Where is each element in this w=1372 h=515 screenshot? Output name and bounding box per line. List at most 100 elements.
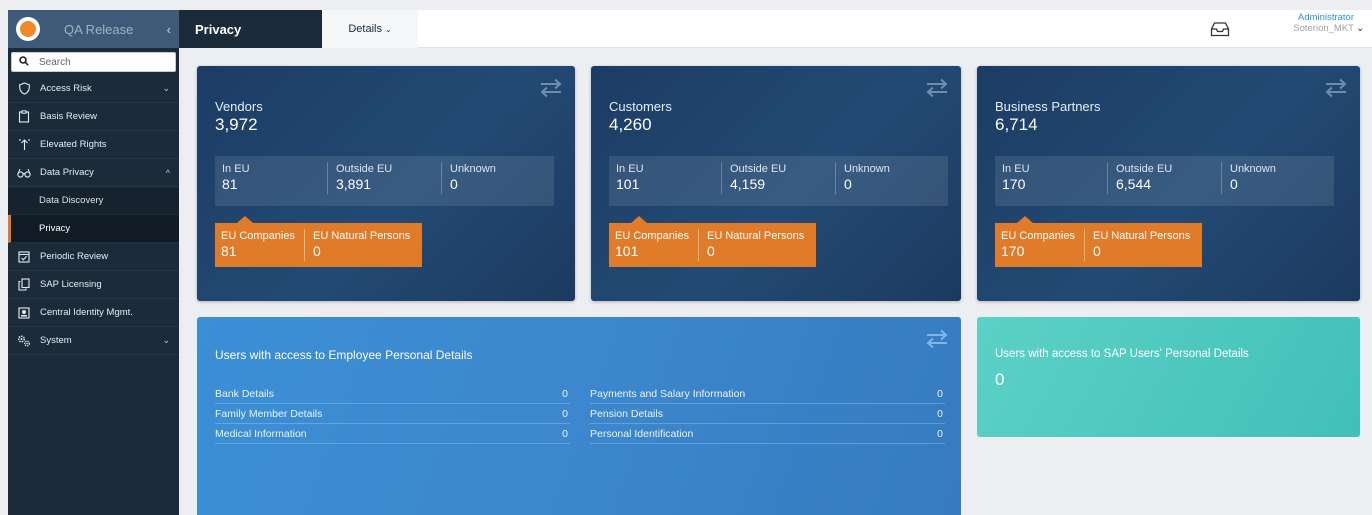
region-split: In EU 81 Outside EU 3,891 Unknown 0 xyxy=(215,156,554,206)
item-label: Payments and Salary Information xyxy=(590,387,746,400)
outside-eu-value: 4,159 xyxy=(730,176,766,192)
divider xyxy=(1084,229,1085,261)
list-item[interactable]: Medical Information 0 xyxy=(215,424,570,444)
outside-eu-value: 6,544 xyxy=(1116,176,1152,192)
employee-access-card: Users with access to Employee Personal D… xyxy=(197,317,961,515)
divider xyxy=(441,162,442,194)
eu-persons-value: 0 xyxy=(707,243,715,259)
divider xyxy=(327,162,328,194)
swap-arrows-icon[interactable] xyxy=(925,78,949,98)
chevron-down-icon: ⌄ xyxy=(384,24,392,34)
sap-users-card[interactable]: Users with access to SAP Users' Personal… xyxy=(977,317,1360,437)
card-total: 0 xyxy=(995,370,1005,389)
card-title: Users with access to Employee Personal D… xyxy=(215,348,473,362)
search-box[interactable] xyxy=(11,52,176,72)
eu-companies-value: 170 xyxy=(1001,243,1025,259)
outside-eu-label: Outside EU xyxy=(730,163,787,175)
eu-persons-label: EU Natural Persons xyxy=(313,230,411,242)
sidebar-item-periodic-review[interactable]: Periodic Review xyxy=(8,243,179,271)
list-item[interactable]: Pension Details 0 xyxy=(590,404,945,424)
sidebar-item-basis-review[interactable]: Basis Review xyxy=(8,103,179,131)
swap-arrows-icon[interactable] xyxy=(539,78,563,98)
sidebar-item-privacy[interactable]: Privacy xyxy=(8,215,179,243)
sidebar-item-label: SAP Licensing xyxy=(40,279,102,290)
item-count: 0 xyxy=(937,407,943,420)
app-logo-icon xyxy=(16,17,40,41)
sidebar-item-label: Elevated Rights xyxy=(40,139,107,150)
in-eu-label: In EU xyxy=(1002,163,1030,175)
item-label: Family Member Details xyxy=(215,407,323,420)
divider xyxy=(835,162,836,194)
card-title: Vendors xyxy=(215,99,263,114)
eu-companies-value: 81 xyxy=(221,243,237,259)
sidebar-collapse-button[interactable]: ‹ xyxy=(167,22,171,37)
unknown-label: Unknown xyxy=(1230,163,1276,175)
eu-persons-value: 0 xyxy=(313,243,321,259)
user-menu[interactable]: Administrator Soterion_MKT xyxy=(1264,12,1354,34)
sidebar-item-system[interactable]: System ⌄ xyxy=(8,327,179,355)
eu-companies-value: 101 xyxy=(615,243,639,259)
search-icon xyxy=(19,55,29,69)
customers-card: Customers 4,260 In EU 101 Outside EU 4,159… xyxy=(591,66,961,301)
id-card-icon xyxy=(17,306,31,320)
list-item[interactable]: Bank Details 0 xyxy=(215,384,570,404)
item-count: 0 xyxy=(937,427,943,440)
shield-icon xyxy=(17,82,31,96)
sidebar-item-central-identity[interactable]: Central Identity Mgmt. xyxy=(8,299,179,327)
in-eu-label: In EU xyxy=(222,163,250,175)
in-eu-label: In EU xyxy=(616,163,644,175)
outside-eu-label: Outside EU xyxy=(1116,163,1173,175)
sidebar-item-data-privacy[interactable]: Data Privacy ^ xyxy=(8,159,179,187)
eu-notch xyxy=(237,216,253,223)
divider xyxy=(304,229,305,261)
eu-companies-label: EU Companies xyxy=(221,230,295,242)
item-count: 0 xyxy=(562,387,568,400)
sidebar-item-label: Basis Review xyxy=(40,111,98,122)
region-split: In EU 101 Outside EU 4,159 Unknown 0 xyxy=(609,156,948,206)
eu-persons-label: EU Natural Persons xyxy=(707,230,805,242)
search-input[interactable] xyxy=(39,56,169,68)
chevron-down-icon[interactable]: ⌄ xyxy=(1356,23,1364,34)
in-eu-value: 81 xyxy=(222,176,238,192)
details-list-right: Payments and Salary Information 0 Pension… xyxy=(590,384,945,444)
eu-companies-label: EU Companies xyxy=(615,230,689,242)
outside-eu-label: Outside EU xyxy=(336,163,393,175)
region-split: In EU 170 Outside EU 6,544 Unknown 0 xyxy=(995,156,1334,206)
card-total: 6,714 xyxy=(995,115,1038,134)
sidebar-item-data-discovery[interactable]: Data Discovery xyxy=(8,187,179,215)
user-name: Administrator xyxy=(1298,12,1354,23)
sidebar-item-sap-licensing[interactable]: SAP Licensing xyxy=(8,271,179,299)
list-item[interactable]: Payments and Salary Information 0 xyxy=(590,384,945,404)
sidebar-item-label: Central Identity Mgmt. xyxy=(40,307,133,318)
unknown-value: 0 xyxy=(1230,176,1238,192)
sidebar: QA Release ‹ Access Risk ⌄ Basis Review … xyxy=(8,10,179,515)
inbox-icon[interactable] xyxy=(1210,21,1230,37)
divider xyxy=(1107,162,1108,194)
chevron-down-icon: ⌄ xyxy=(162,83,170,93)
eu-breakdown: EU Companies 81 EU Natural Persons 0 xyxy=(215,223,422,267)
item-label: Medical Information xyxy=(215,427,307,440)
sidebar-item-access-risk[interactable]: Access Risk ⌄ xyxy=(8,75,179,103)
tab-details-label: Details xyxy=(348,23,382,35)
eu-breakdown: EU Companies 101 EU Natural Persons 0 xyxy=(609,223,816,267)
unknown-value: 0 xyxy=(844,176,852,192)
details-list-left: Bank Details 0 Family Member Details 0 Med… xyxy=(215,384,570,444)
swap-arrows-icon[interactable] xyxy=(925,329,949,349)
item-label: Bank Details xyxy=(215,387,274,400)
card-title: Business Partners xyxy=(995,99,1101,114)
chevron-up-icon: ^ xyxy=(165,167,170,178)
top-header: Privacy Details ⌄ Administrator Soterion… xyxy=(179,10,1372,48)
swap-arrows-icon[interactable] xyxy=(1324,78,1348,98)
user-org: Soterion_MKT xyxy=(1293,23,1354,34)
item-count: 0 xyxy=(937,387,943,400)
sidebar-item-elevated-rights[interactable]: Elevated Rights xyxy=(8,131,179,159)
brand-bar: QA Release ‹ xyxy=(8,10,179,48)
list-item[interactable]: Personal Identification 0 xyxy=(590,424,945,444)
list-item[interactable]: Family Member Details 0 xyxy=(215,404,570,424)
sidebar-item-label: System xyxy=(40,335,72,346)
tab-details[interactable]: Details ⌄ xyxy=(322,10,418,48)
outside-eu-value: 3,891 xyxy=(336,176,372,192)
app-title: QA Release xyxy=(64,21,134,37)
tab-privacy[interactable]: Privacy xyxy=(179,10,322,48)
copy-icon xyxy=(17,278,31,292)
